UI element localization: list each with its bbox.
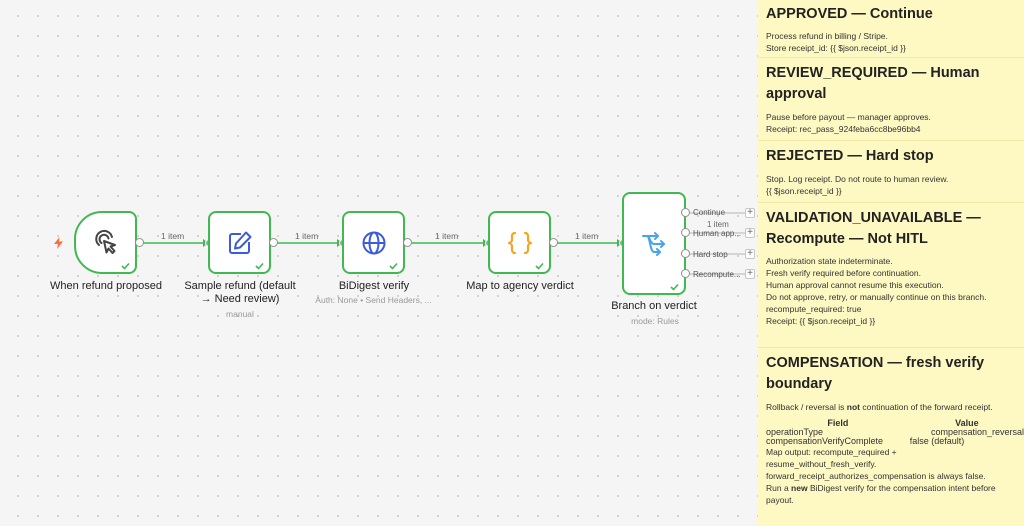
connection-item-count: 1 item (295, 231, 319, 241)
node-sample-refund[interactable] (208, 211, 271, 274)
success-check-icon (121, 262, 130, 270)
sticky-notes-panel: APPROVED — Continue Process refund in bi… (758, 0, 1024, 526)
note-title-line2: boundary (766, 376, 833, 392)
node-branch-on-verdict[interactable] (622, 192, 686, 295)
node-label: When refund proposed (50, 280, 162, 292)
success-check-icon (255, 262, 264, 270)
note-line: Human approval cannot resume this execut… (766, 280, 944, 290)
field-value-table: Field Value operationType compensation_r… (766, 419, 1024, 446)
note-title: REJECTED — Hard stop (766, 148, 934, 164)
node-label: BiDigest verify (338, 280, 410, 292)
note-last: Run a new BiDigest verify for the compen… (766, 483, 996, 505)
output-port[interactable] (269, 238, 278, 247)
note-line: Map output: recompute_required + (766, 447, 897, 457)
connection-item-count: 1 item (435, 231, 459, 241)
add-node-button[interactable]: + (745, 228, 755, 238)
sticky-note-validation-unavailable[interactable]: VALIDATION_UNAVAILABLE — Recompute — Not… (758, 203, 1024, 348)
output-port[interactable] (549, 238, 558, 247)
note-title-line1: COMPENSATION — fresh verify (766, 355, 985, 371)
note-line: Fresh verify required before continuatio… (766, 268, 921, 278)
branch-label-recompute: Recompute... (693, 270, 741, 279)
note-line: Stop. Log receipt. Do not route to human… (766, 174, 949, 184)
workflow-canvas[interactable]: When refund proposed Sample refund (defa… (0, 0, 758, 526)
success-check-icon (535, 262, 544, 270)
output-port-recompute[interactable] (681, 269, 690, 278)
connection-item-count: 1 item (161, 231, 185, 241)
switch-icon (642, 231, 665, 256)
output-port-human[interactable] (681, 228, 690, 237)
note-line: resume_without_fresh_verify. (766, 459, 877, 469)
node-label: Branch on verdict (611, 300, 697, 312)
note-intro: Rollback / reversal is not continuation … (766, 402, 993, 412)
trigger-bolt-icon (54, 237, 63, 249)
table-row: compensationVerifyComplete false (defaul… (766, 437, 1024, 446)
table-cell: false (default) (909, 436, 965, 446)
add-node-button[interactable]: + (745, 249, 755, 259)
note-line: {{ $json.receipt_id }} (766, 186, 842, 196)
node-when-refund-proposed[interactable] (74, 211, 137, 274)
node-bidigest-verify[interactable] (342, 211, 405, 274)
note-line: Process refund in billing / Stripe. (766, 31, 888, 41)
node-map-to-agency-verdict[interactable] (488, 211, 551, 274)
sticky-note-review-required[interactable]: REVIEW_REQUIRED — Human approval Pause b… (758, 58, 1024, 141)
note-line: Receipt: {{ $json.receipt_id }} (766, 316, 876, 326)
note-line: Pause before payout — manager approves. (766, 112, 931, 122)
success-check-icon (670, 283, 679, 291)
output-port-hardstop[interactable] (681, 249, 690, 258)
note-title-line1: REVIEW_REQUIRED — Human (766, 65, 980, 81)
note-line: Do not approve, retry, or manually conti… (766, 292, 987, 302)
note-title-line1: VALIDATION_UNAVAILABLE — (766, 210, 981, 226)
node-label-line2: → Need review) (200, 293, 280, 305)
branch-label-continue: Continue (693, 208, 726, 217)
node-subtitle: Auth: None • Send Headers, ... (315, 295, 432, 305)
note-title-line2: approval (766, 86, 827, 102)
output-port-continue[interactable] (681, 208, 690, 217)
note-line: recompute_required: true (766, 304, 862, 314)
pointer-click-icon (94, 229, 116, 254)
node-subtitle: mode: Rules (631, 316, 679, 326)
table-cell: compensationVerifyComplete (766, 436, 884, 446)
branch-item-count: 1 item (707, 220, 729, 229)
note-line: forward_receipt_authorizes_compensation … (766, 471, 986, 481)
note-title-line2: Recompute — Not HITL (766, 231, 928, 247)
connection-item-count: 1 item (575, 231, 599, 241)
node-label: Map to agency verdict (466, 280, 574, 292)
add-node-button[interactable]: + (745, 269, 755, 279)
node-subtitle: manual (226, 309, 254, 319)
node-label-line1: Sample refund (default (184, 280, 296, 292)
output-port[interactable] (135, 238, 144, 247)
add-node-button[interactable]: + (745, 208, 755, 218)
note-line: Receipt: rec_pass_924feba6cc8be96bb4 (766, 124, 921, 134)
node-label: Sample refund (default → Need review) (170, 280, 310, 306)
braces-icon (507, 231, 532, 254)
success-check-icon (389, 262, 398, 270)
output-port[interactable] (403, 238, 412, 247)
sticky-note-approved[interactable]: APPROVED — Continue Process refund in bi… (758, 0, 1024, 58)
edit-icon (228, 231, 251, 254)
branch-label-hardstop: Hard stop (693, 250, 728, 259)
note-line: Store receipt_id: {{ $json.receipt_id }} (766, 43, 906, 53)
note-line: Authorization state indeterminate. (766, 256, 893, 266)
sticky-note-compensation[interactable]: COMPENSATION — fresh verify boundary Rol… (758, 348, 1024, 526)
branch-label-human: Human app... (693, 229, 742, 238)
note-title: APPROVED — Continue (766, 6, 933, 22)
sticky-note-rejected[interactable]: REJECTED — Hard stop Stop. Log receipt. … (758, 141, 1024, 203)
globe-icon (362, 231, 385, 254)
